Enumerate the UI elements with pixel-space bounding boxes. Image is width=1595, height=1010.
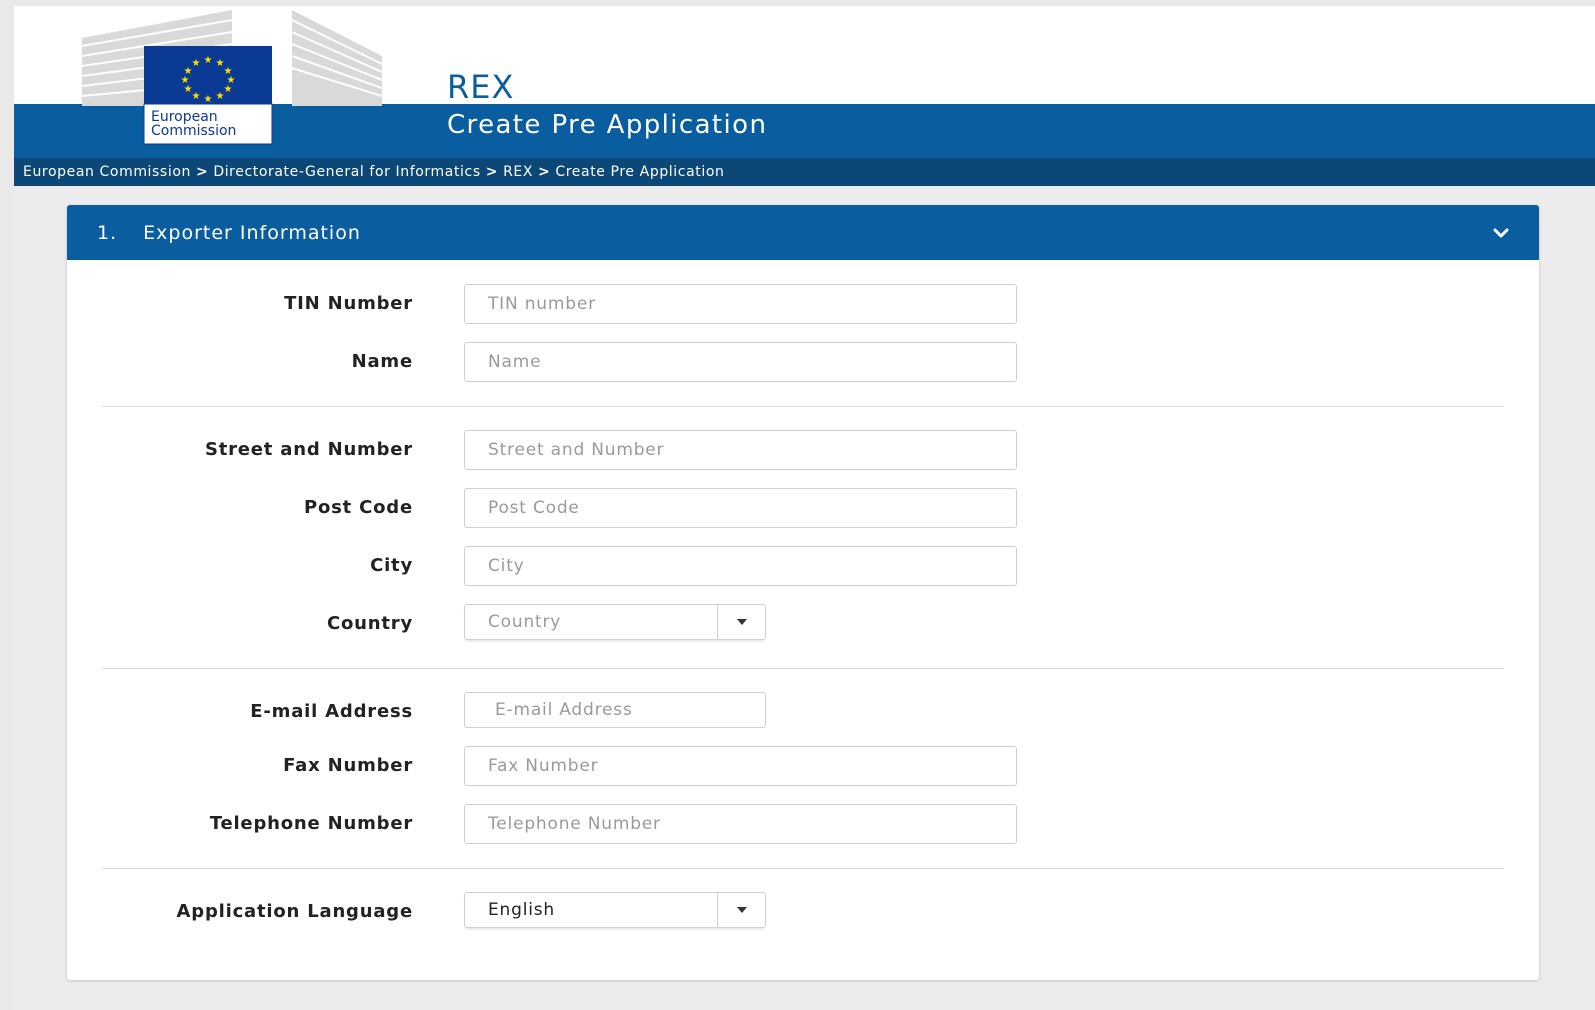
divider <box>102 668 1504 669</box>
berlaymont-building-icon: ★ ★ ★ ★ ★ ★ ★ ★ ★ ★ ★ ★ <box>81 10 383 145</box>
post-code-row: Post Code <box>67 488 1539 528</box>
app-title: REX <box>447 68 515 106</box>
name-input[interactable] <box>464 342 1017 382</box>
application-language-dropdown-button[interactable] <box>717 893 765 927</box>
page: ★ ★ ★ ★ ★ ★ ★ ★ ★ ★ ★ ★ European Commiss… <box>14 6 1595 1010</box>
telephone-row: Telephone Number <box>67 804 1539 844</box>
fax-label: Fax Number <box>283 755 413 776</box>
chevron-down-icon[interactable] <box>1493 227 1509 239</box>
country-select-placeholder: Country <box>488 612 562 632</box>
svg-text:★: ★ <box>204 55 213 66</box>
street-row: Street and Number <box>67 430 1539 470</box>
divider <box>102 868 1504 869</box>
telephone-label: Telephone Number <box>209 813 413 834</box>
divider <box>102 406 1504 407</box>
application-language-select[interactable]: English <box>464 892 766 928</box>
street-label: Street and Number <box>204 439 413 460</box>
post-code-input[interactable] <box>464 488 1017 528</box>
svg-text:★: ★ <box>192 58 201 69</box>
tin-number-input[interactable] <box>464 284 1017 324</box>
svg-text:★: ★ <box>204 94 213 105</box>
breadcrumb-item-current: Create Pre Application <box>555 164 725 180</box>
breadcrumb-item-european-commission[interactable]: European Commission <box>23 164 191 180</box>
fax-input[interactable] <box>464 746 1017 786</box>
country-dropdown-button[interactable] <box>717 605 765 639</box>
breadcrumb-separator-icon: > <box>485 164 499 180</box>
svg-text:★: ★ <box>192 91 201 102</box>
city-input[interactable] <box>464 546 1017 586</box>
breadcrumb-item-dg-informatics[interactable]: Directorate-General for Informatics <box>213 164 480 180</box>
application-language-value: English <box>488 900 555 920</box>
exporter-information-panel: 1. Exporter Information TIN Number Name … <box>67 205 1539 980</box>
caret-down-icon <box>736 619 747 625</box>
tin-number-row: TIN Number <box>67 284 1539 324</box>
email-input[interactable] <box>464 692 766 728</box>
country-select[interactable]: Country <box>464 604 766 640</box>
country-row: Country Country <box>67 604 1539 644</box>
page-title: Create Pre Application <box>447 110 768 140</box>
panel-number: 1. <box>97 221 118 244</box>
panel-title: Exporter Information <box>143 221 361 244</box>
breadcrumb-separator-icon: > <box>538 164 551 180</box>
svg-text:★: ★ <box>224 84 233 95</box>
breadcrumb: European Commission > Directorate-Genera… <box>14 158 1595 186</box>
tin-number-label: TIN Number <box>284 293 413 314</box>
fax-row: Fax Number <box>67 746 1539 786</box>
breadcrumb-separator-icon: > <box>195 164 209 180</box>
caret-down-icon <box>736 907 747 913</box>
application-language-row: Application Language English <box>67 892 1539 932</box>
breadcrumb-item-rex[interactable]: REX <box>503 164 533 180</box>
name-row: Name <box>67 342 1539 382</box>
email-label: E-mail Address <box>250 701 413 722</box>
name-label: Name <box>351 351 413 372</box>
european-commission-logo[interactable]: ★ ★ ★ ★ ★ ★ ★ ★ ★ ★ ★ ★ European Commiss… <box>81 6 394 148</box>
email-row: E-mail Address <box>67 692 1539 732</box>
telephone-input[interactable] <box>464 804 1017 844</box>
street-input[interactable] <box>464 430 1017 470</box>
post-code-label: Post Code <box>303 497 413 518</box>
city-row: City <box>67 546 1539 586</box>
country-label: Country <box>326 613 413 634</box>
svg-text:★: ★ <box>216 91 225 102</box>
panel-header[interactable]: 1. Exporter Information <box>67 205 1539 260</box>
logo-text-commission: Commission <box>151 123 237 139</box>
application-language-label: Application Language <box>176 901 413 922</box>
city-label: City <box>370 555 413 576</box>
